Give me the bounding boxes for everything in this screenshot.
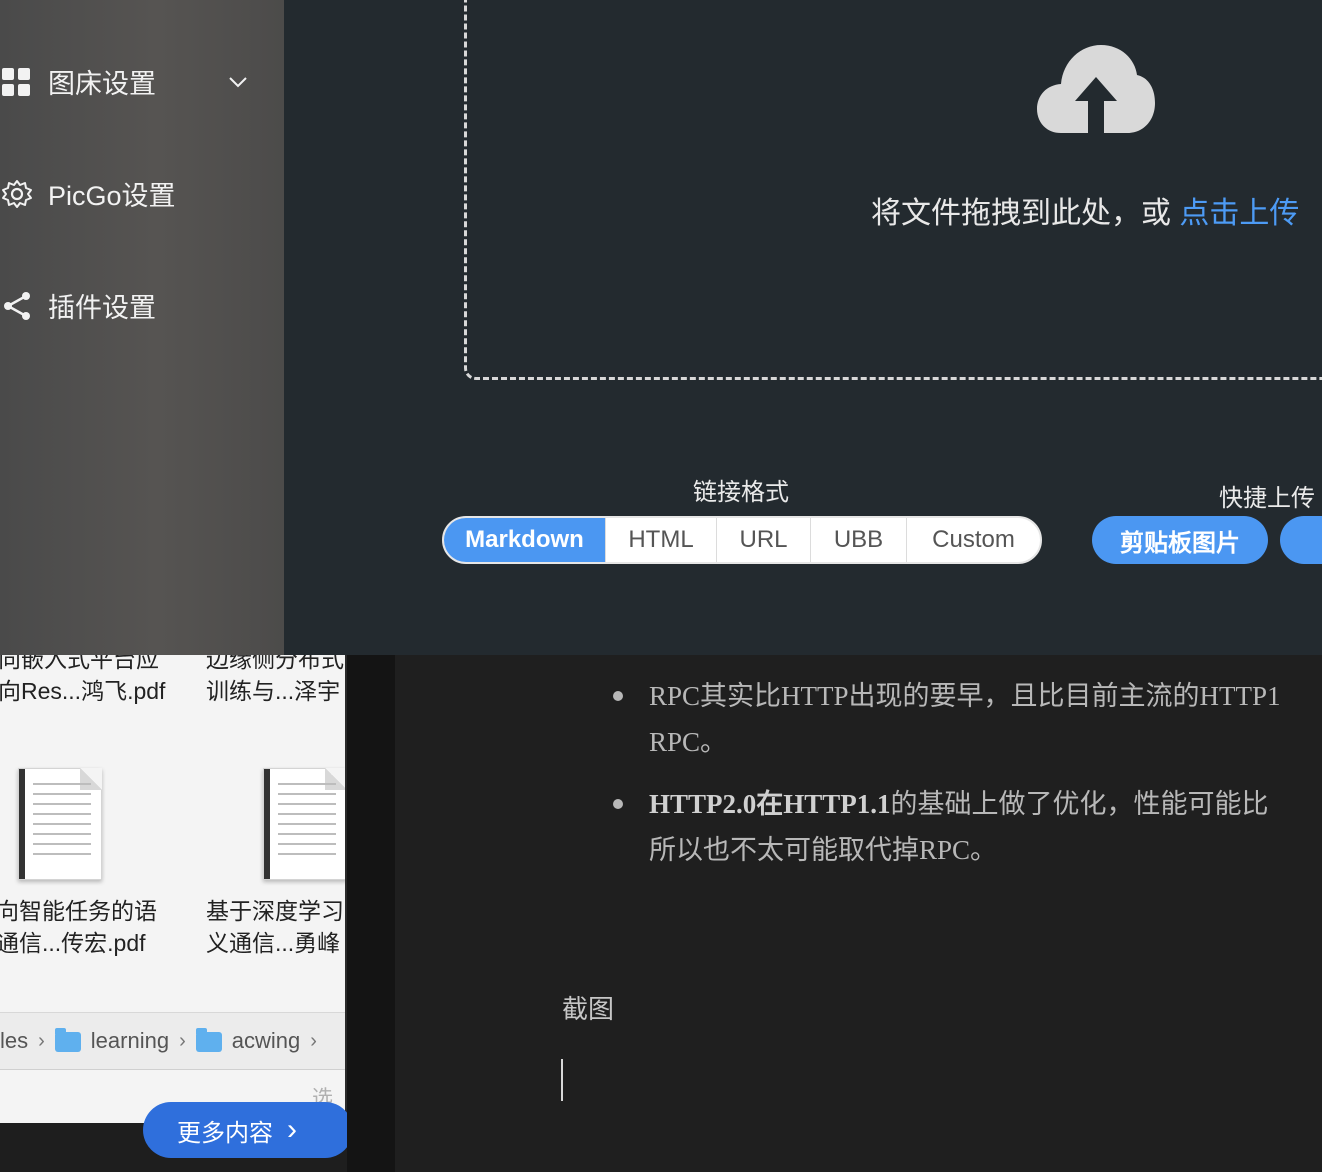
folder-icon <box>195 1028 222 1052</box>
pdf-thumbnail-icon[interactable] <box>18 768 102 880</box>
more-content-button[interactable]: 更多内容 › <box>143 1102 353 1158</box>
paragraph-text: 截图 <box>562 995 615 1024</box>
sidebar-item-picgo-settings[interactable]: PicGo设置 <box>0 174 176 213</box>
text-cursor <box>561 1059 563 1101</box>
chevron-right-icon: › <box>179 1029 186 1052</box>
markdown-editor[interactable]: RPC其实比HTTP出现的要早，且比目前主流的HTTP1 RPC。 HTTP2.… <box>395 655 1322 1172</box>
drop-instruction: 将文件拖拽到此处，或 点击上传 <box>871 197 1300 230</box>
sidebar-item-label: 插件设置 <box>48 293 156 323</box>
drop-zone[interactable]: 将文件拖拽到此处，或 点击上传 <box>464 0 1322 380</box>
bullet-list: RPC其实比HTTP出现的要早，且比目前主流的HTTP1 RPC。 HTTP2.… <box>613 673 1322 889</box>
path-segment[interactable]: les <box>0 1028 28 1054</box>
clipboard-upload-button[interactable]: 剪贴板图片 <box>1092 516 1268 564</box>
path-segment-acwing[interactable]: acwing <box>195 1028 300 1054</box>
folder-icon <box>54 1028 81 1052</box>
format-option-markdown[interactable]: Markdown <box>444 518 606 562</box>
chevron-right-icon: › <box>38 1029 45 1052</box>
file-name[interactable]: 基于深度学习 义通信...勇峰 <box>206 895 344 959</box>
gear-icon <box>0 177 34 211</box>
sidebar-item-plugin-settings[interactable]: 插件设置 <box>0 286 156 325</box>
sidebar-item-label: PicGo设置 <box>48 181 176 211</box>
chevron-right-icon: › <box>310 1029 317 1052</box>
chevron-right-icon: › <box>287 1113 297 1146</box>
link-format-selector: Markdown HTML URL UBB Custom <box>442 516 1042 564</box>
editor-gutter <box>347 655 395 1172</box>
click-upload-link[interactable]: 点击上传 <box>1179 197 1299 230</box>
format-option-html[interactable]: HTML <box>606 518 717 562</box>
share-icon <box>0 289 34 323</box>
quick-upload-button[interactable] <box>1280 516 1322 564</box>
format-option-custom[interactable]: Custom <box>907 518 1040 562</box>
picgo-window: 图床设置 PicGo设置 插件设置 将文件拖拽到此处，或 点击上传 链接格式 M… <box>0 0 1322 655</box>
sidebar: 图床设置 PicGo设置 插件设置 <box>0 0 284 655</box>
file-name[interactable]: 向智能任务的语 通信...传宏.pdf <box>0 895 157 959</box>
pdf-thumbnail-icon[interactable] <box>263 768 345 880</box>
list-item: HTTP2.0在HTTP1.1的基础上做了优化，性能可能比 所以也不太可能取代掉… <box>613 781 1322 873</box>
sidebar-item-label: 图床设置 <box>48 69 156 99</box>
sidebar-item-image-host-settings[interactable]: 图床设置 <box>0 62 247 101</box>
list-item: RPC其实比HTTP出现的要早，且比目前主流的HTTP1 RPC。 <box>613 673 1322 765</box>
chevron-down-icon[interactable] <box>228 68 248 99</box>
format-option-ubb[interactable]: UBB <box>811 518 907 562</box>
file-name[interactable]: 向嵌入式平台应 向Res...鸿飞.pdf <box>0 655 165 707</box>
path-bar: les › learning › acwing › <box>0 1012 345 1070</box>
format-option-url[interactable]: URL <box>717 518 811 562</box>
quick-upload-label: 快捷上传 <box>1219 485 1315 512</box>
file-name[interactable]: 边缘侧分布式 训练与...泽宇 <box>206 655 344 707</box>
upload-panel: 将文件拖拽到此处，或 点击上传 链接格式 Markdown HTML URL U… <box>284 0 1322 655</box>
link-format-label: 链接格式 <box>693 479 789 506</box>
cloud-upload-icon <box>1037 45 1155 133</box>
finder-window: 向嵌入式平台应 向Res...鸿飞.pdf 边缘侧分布式 训练与...泽宇 向智能任… <box>0 655 347 1123</box>
grid-icon <box>0 65 34 99</box>
path-segment-learning[interactable]: learning <box>54 1028 169 1054</box>
